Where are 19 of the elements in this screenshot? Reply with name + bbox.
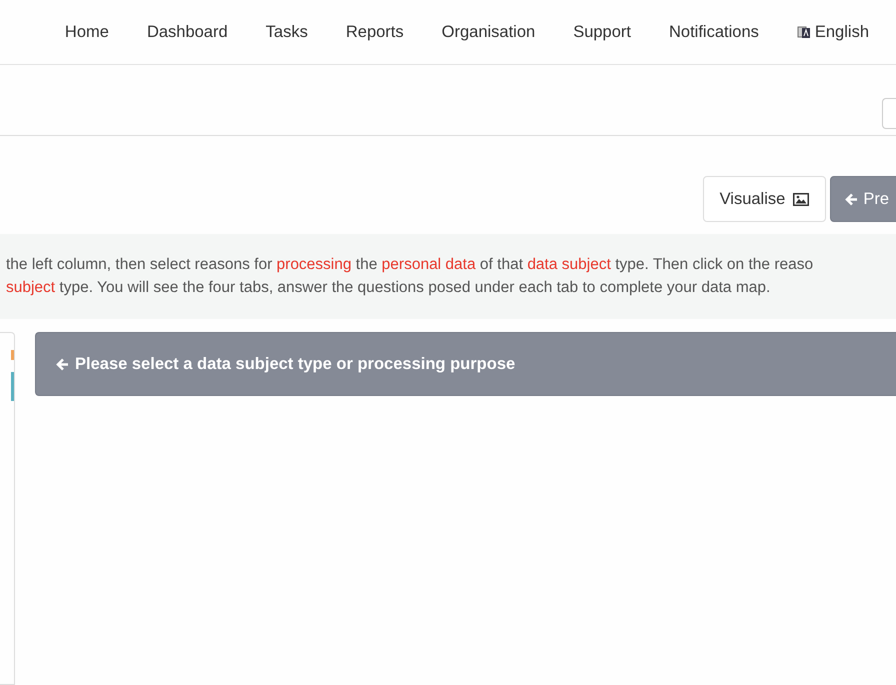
- list-marker: [11, 372, 14, 401]
- nav-link[interactable]: Reports: [346, 22, 404, 42]
- nav-link[interactable]: Organisation: [442, 22, 536, 42]
- list-marker: [11, 350, 14, 360]
- notice-text: Please select a data subject type or processing purpose: [75, 354, 516, 374]
- nav-link[interactable]: Tasks: [266, 22, 308, 42]
- instruction-text: the left column, then select reasons for processing the personal data of that data subject type. Then click on the reaso: [6, 255, 814, 275]
- nav-link[interactable]: Dashboard: [146, 22, 228, 42]
- instruction-text: subject type. You will see the four tabs, answer the questions posed under each tab to complete your data map.: [6, 278, 772, 298]
- arrow-left-icon: [56, 358, 69, 370]
- arrow-left-icon: [845, 192, 858, 206]
- nav-link[interactable]: Notifications: [669, 22, 759, 42]
- nav-link[interactable]: Home: [64, 22, 109, 42]
- language-selector[interactable]: English: [796, 22, 869, 42]
- toolbar-button[interactable]: [882, 98, 896, 129]
- visualise-button[interactable]: Visualise: [702, 176, 826, 222]
- nav-link[interactable]: Support: [573, 22, 631, 42]
- image-icon: [793, 192, 810, 206]
- language-icon: [796, 25, 811, 39]
